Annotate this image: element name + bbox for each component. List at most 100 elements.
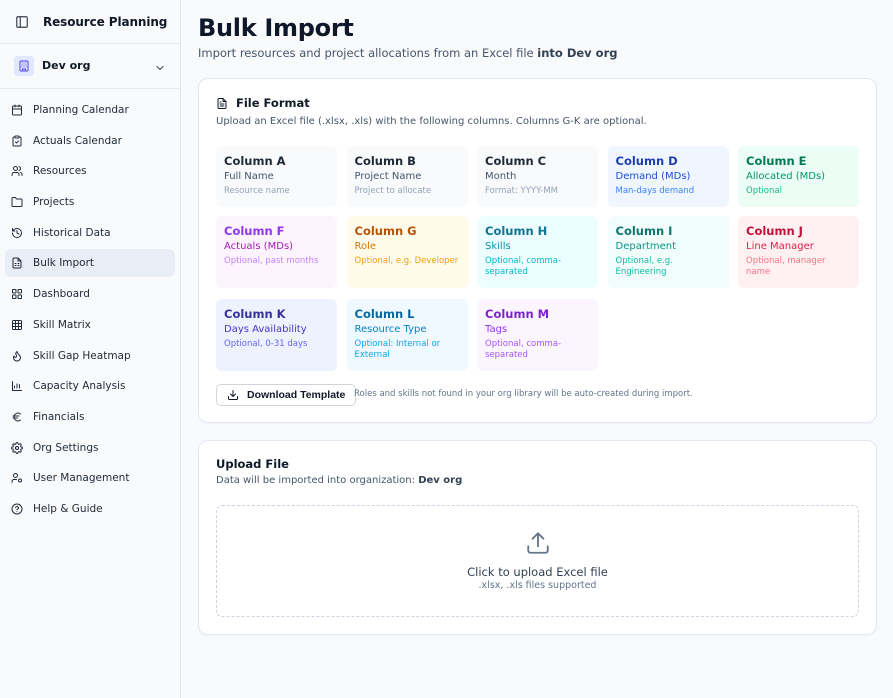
- page-title: Bulk Import: [198, 14, 354, 42]
- column-description: Optional, e.g. Developer: [354, 256, 459, 266]
- folder-icon: [11, 196, 23, 208]
- dropzone-label: Click to upload Excel file: [467, 565, 608, 579]
- column-card: Column J Line Manager Optional, manager na…: [738, 216, 859, 288]
- column-field: Line Manager: [746, 241, 814, 252]
- sidebar-item-user-management[interactable]: User Management: [5, 464, 175, 492]
- column-field: Role: [354, 241, 377, 252]
- column-card: Column A Full Name Resource name: [216, 146, 337, 207]
- column-card: Column E Allocated (MDs) Optional: [738, 146, 859, 207]
- download-template-button[interactable]: Download Template: [216, 384, 357, 406]
- upload-description-text: Data will be imported into organization:: [216, 475, 419, 486]
- sidebar-item-label: Actuals Calendar: [33, 134, 122, 147]
- column-field: Month: [485, 171, 517, 182]
- column-description: Optional, past months: [224, 256, 319, 266]
- sidebar-item-planning-calendar[interactable]: Planning Calendar: [5, 96, 175, 124]
- column-description: Optional: Internal or External: [354, 339, 441, 360]
- column-card: Column B Project Name Project to allocate: [346, 146, 468, 207]
- column-card: Column F Actuals (MDs) Optional, past mont…: [216, 216, 337, 288]
- sidebar-item-org-settings[interactable]: Org Settings: [5, 434, 175, 462]
- column-name: Column D: [615, 154, 678, 168]
- upload-file-card: Upload File Data will be imported into o…: [198, 440, 877, 635]
- file-format-header: File Format: [216, 96, 310, 110]
- column-card: Column H Skills Optional, comma-separated: [477, 216, 598, 288]
- sidebar-item-dashboard[interactable]: Dashboard: [5, 280, 175, 308]
- column-description: Project to allocate: [354, 186, 432, 196]
- upload-org-name: Dev org: [418, 475, 463, 486]
- upload-title: Upload File: [216, 457, 289, 471]
- page-subtitle: Import resources and project allocations…: [198, 46, 617, 60]
- column-card: Column I Department Optional, e.g. Enginee…: [607, 216, 729, 288]
- sidebar-item-label: Bulk Import: [33, 257, 95, 270]
- column-name: Column F: [224, 224, 285, 238]
- sidebar-item-label: Historical Data: [33, 226, 111, 239]
- org-selector[interactable]: Dev org: [8, 51, 174, 80]
- column-description: Optional, comma-separated: [485, 339, 562, 360]
- column-field: Tags: [485, 324, 508, 335]
- sidebar-item-skill-gap-heatmap[interactable]: Skill Gap Heatmap: [5, 342, 175, 370]
- main-content: Bulk Import Import resources and project…: [182, 0, 893, 698]
- sidebar-item-historical-data[interactable]: Historical Data: [5, 219, 175, 247]
- sidebar-item-bulk-import[interactable]: Bulk Import: [5, 249, 175, 278]
- sidebar-item-label: Skill Gap Heatmap: [33, 349, 131, 362]
- sidebar-item-label: Resources: [33, 165, 87, 178]
- column-description: Optional, 0-31 days: [224, 339, 308, 349]
- column-name: Column M: [485, 307, 550, 321]
- file-spreadsheet-icon: [11, 257, 23, 269]
- sidebar-item-label: Help & Guide: [33, 502, 103, 515]
- upload-icon: [525, 530, 551, 556]
- sidebar-item-resources[interactable]: Resources: [5, 157, 175, 185]
- column-description: Man-days demand: [615, 186, 695, 196]
- column-card: Column M Tags Optional, comma-separated: [477, 299, 598, 371]
- sidebar-nav: Planning Calendar Actuals Calendar Resou…: [5, 96, 175, 526]
- column-field: Resource Type: [354, 324, 427, 335]
- column-field: Actuals (MDs): [224, 241, 294, 252]
- sidebar-item-help-guide[interactable]: Help & Guide: [5, 495, 175, 523]
- column-name: Column G: [354, 224, 417, 238]
- column-field: Days Availability: [224, 324, 307, 335]
- column-name: Column J: [746, 224, 803, 238]
- building-icon: [14, 55, 34, 76]
- sidebar-item-label: Planning Calendar: [33, 104, 129, 116]
- column-name: Column B: [354, 154, 416, 168]
- file-format-card: File Format Upload an Excel file (.xlsx,…: [198, 78, 877, 423]
- sidebar-item-label: User Management: [33, 472, 130, 485]
- bar-chart-icon: [11, 380, 23, 392]
- column-name: Column A: [224, 154, 286, 168]
- history-icon: [11, 227, 23, 239]
- sidebar: Resource Planning Dev org Planning Calen…: [0, 0, 181, 698]
- download-note: Roles and skills not found in your org l…: [354, 389, 693, 399]
- dropzone-hint: .xlsx, .xls files supported: [478, 580, 597, 591]
- sidebar-item-skill-matrix[interactable]: Skill Matrix: [5, 311, 175, 339]
- sidebar-header: Resource Planning: [0, 0, 180, 44]
- users-icon: [11, 165, 23, 177]
- file-format-description: Upload an Excel file (.xlsx, .xls) with …: [216, 116, 647, 127]
- sidebar-item-label: Dashboard: [33, 288, 90, 301]
- column-card: Column K Days Availability Optional, 0-31 …: [216, 299, 337, 371]
- page-subtitle-text: Import resources and project allocations…: [198, 46, 538, 60]
- sidebar-item-label: Financials: [33, 410, 85, 423]
- upload-description: Data will be imported into organization:…: [216, 475, 462, 486]
- column-field: Demand (MDs): [615, 171, 691, 182]
- sidebar-toggle-icon[interactable]: [15, 15, 29, 29]
- sidebar-item-label: Projects: [33, 196, 75, 209]
- flame-icon: [11, 350, 23, 362]
- column-card: Column G Role Optional, e.g. Developer: [346, 216, 468, 288]
- divider: [0, 88, 180, 89]
- column-name: Column K: [224, 307, 286, 321]
- download-template-label: Download Template: [247, 389, 346, 401]
- sidebar-item-label: Skill Matrix: [33, 318, 91, 331]
- sidebar-item-label: Capacity Analysis: [33, 380, 126, 393]
- sidebar-item-capacity-analysis[interactable]: Capacity Analysis: [5, 372, 175, 400]
- sidebar-item-projects[interactable]: Projects: [5, 188, 175, 216]
- column-field: Project Name: [354, 171, 422, 182]
- column-name: Column I: [615, 224, 673, 238]
- app-title: Resource Planning: [43, 14, 168, 29]
- column-name: Column E: [746, 154, 807, 168]
- sidebar-item-financials[interactable]: Financials: [5, 403, 175, 431]
- file-dropzone[interactable]: Click to upload Excel file .xlsx, .xls f…: [216, 505, 859, 617]
- column-description: Optional, manager name: [746, 256, 826, 277]
- column-card: Column D Demand (MDs) Man-days demand: [607, 146, 729, 207]
- sidebar-item-actuals-calendar[interactable]: Actuals Calendar: [5, 127, 175, 155]
- sidebar-item-label: Org Settings: [33, 441, 99, 454]
- file-text-icon: [216, 97, 228, 110]
